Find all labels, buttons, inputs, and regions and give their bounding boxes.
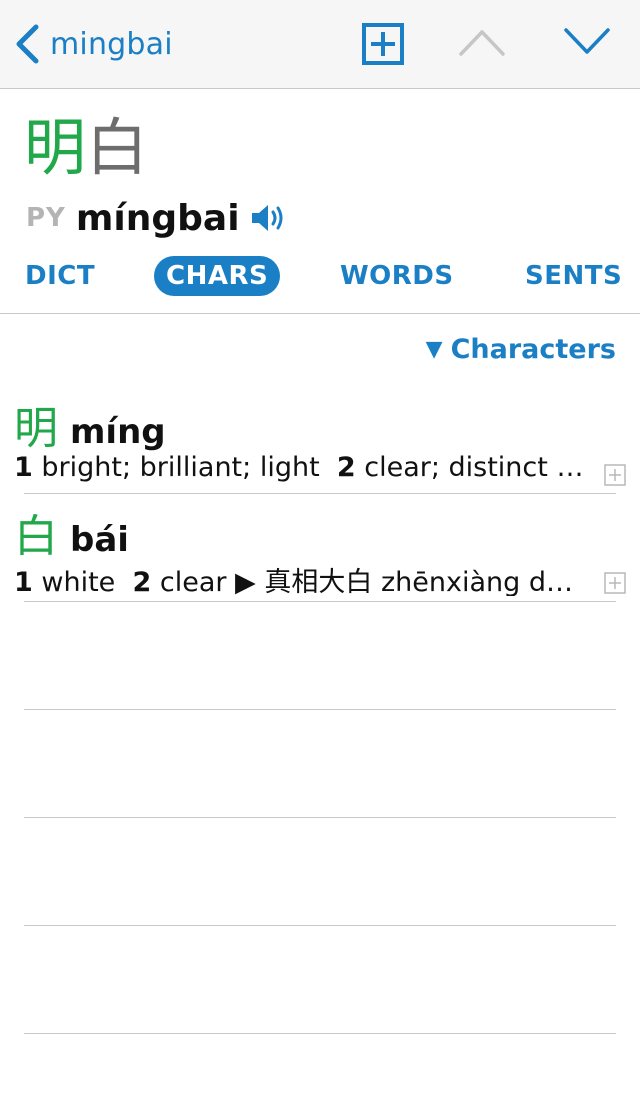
expand-icon[interactable] [604, 572, 626, 594]
back-button[interactable]: mingbai [14, 22, 173, 66]
tab-chars[interactable]: CHARS [154, 256, 281, 296]
headword-char-1: 明 [24, 111, 87, 184]
def-text: bright; brilliant; light [41, 452, 320, 483]
pinyin-row: PY míngbai [26, 194, 288, 242]
audio-button[interactable] [250, 202, 288, 234]
def-number: 1 [14, 567, 33, 596]
entry-char: 明 [14, 403, 58, 454]
chevron-down-icon[interactable] [563, 26, 611, 58]
top-nav-bar: mingbai [0, 0, 640, 89]
characters-section-toggle[interactable]: ▼ Characters [426, 330, 616, 368]
tab-sents[interactable]: SENTS [525, 256, 622, 296]
tab-bar: DICT CHARS WORDS SENTS [0, 256, 640, 300]
section-title: Characters [450, 333, 616, 365]
def-text: clear ▶ 真相大白 zhēnxiàng d… [159, 567, 573, 596]
triangle-down-icon: ▼ [425, 336, 443, 362]
list-item[interactable]: 白 bái 1 white 2 clear ▶ 真相大白 zhēnxiàng d… [0, 494, 640, 602]
def-number: 2 [132, 567, 152, 596]
speaker-icon [251, 205, 283, 231]
headword-char-2: 白 [86, 111, 149, 184]
def-number: 3 [565, 452, 584, 483]
def-number: 2 [336, 452, 356, 483]
entry-head: 明 míng [14, 392, 166, 454]
list-item[interactable]: 明 míng 1 bright; brilliant; light 2 clea… [0, 386, 640, 494]
row-divider [24, 817, 616, 818]
back-label: mingbai [50, 26, 173, 62]
tabs-divider [0, 313, 640, 314]
row-divider [24, 601, 616, 602]
headword-pinyin: míngbai [75, 197, 240, 239]
entry-char: 白 [14, 511, 58, 562]
entry-definition: 1 bright; brilliant; light 2 clear; dist… [14, 452, 586, 488]
def-number: 1 [14, 452, 33, 483]
entry-pinyin: bái [70, 520, 129, 560]
entry-definition: 1 white 2 clear ▶ 真相大白 zhēnxiàng d… [14, 560, 586, 596]
expand-icon[interactable] [604, 464, 626, 486]
entry-head: 白 bái [14, 500, 129, 562]
tab-words[interactable]: WORDS [340, 256, 454, 296]
tab-dict[interactable]: DICT [25, 256, 95, 296]
chevron-left-icon [16, 24, 39, 64]
row-divider [24, 1033, 616, 1034]
add-box-icon[interactable] [362, 23, 404, 65]
entry-pinyin: míng [70, 412, 166, 452]
row-divider [24, 709, 616, 710]
row-divider [24, 925, 616, 926]
def-text: clear; distinct [364, 452, 548, 483]
pinyin-tag: PY [26, 203, 66, 233]
def-text: white [41, 567, 116, 596]
chevron-up-icon[interactable] [458, 26, 506, 58]
headword: 明白 [24, 108, 148, 188]
